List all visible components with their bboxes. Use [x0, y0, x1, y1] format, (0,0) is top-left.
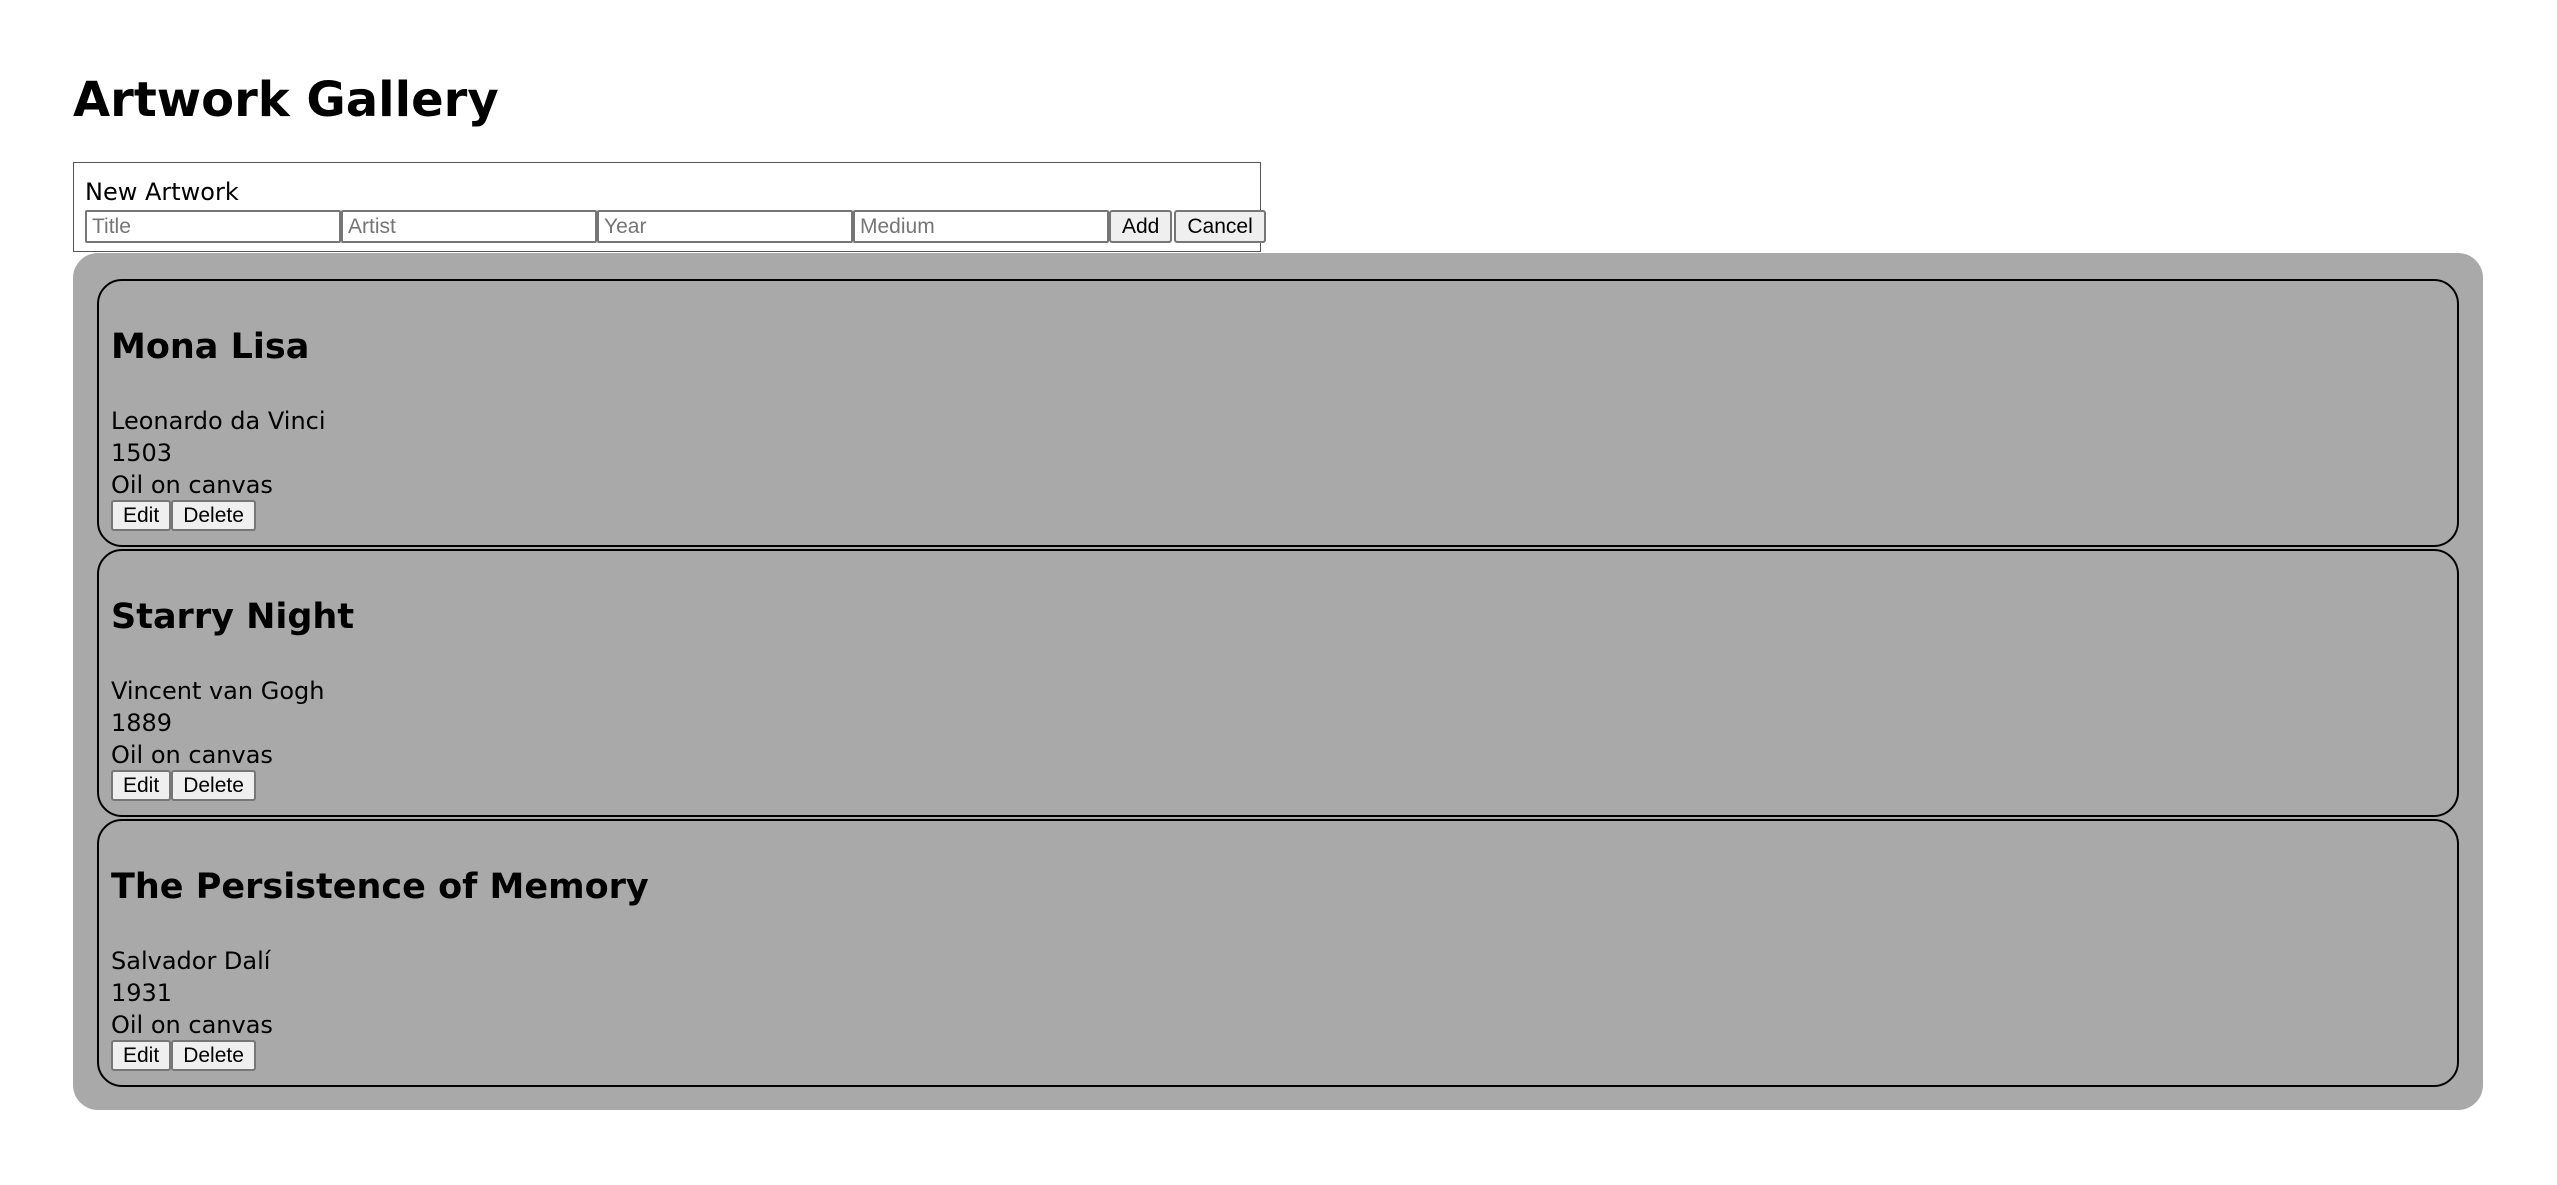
artwork-actions: Edit Delete	[111, 770, 256, 801]
page: Artwork Gallery New Artwork Add Cancel M…	[0, 0, 2557, 1185]
artwork-medium: Oil on canvas	[111, 471, 273, 499]
delete-button[interactable]: Delete	[171, 500, 256, 531]
year-input[interactable]	[597, 210, 853, 243]
artwork-card: Mona Lisa Leonardo da Vinci 1503 Oil on …	[97, 279, 2459, 547]
artwork-artist: Salvador Dalí	[111, 947, 271, 975]
artwork-year: 1931	[111, 979, 173, 1007]
edit-button[interactable]: Edit	[111, 770, 172, 801]
edit-button[interactable]: Edit	[111, 500, 172, 531]
artwork-medium: Oil on canvas	[111, 1011, 273, 1039]
artwork-card: Starry Night Vincent van Gogh 1889 Oil o…	[97, 549, 2459, 817]
artwork-year: 1889	[111, 709, 173, 737]
form-row: Add Cancel	[85, 210, 1266, 243]
artwork-medium: Oil on canvas	[111, 741, 273, 769]
artwork-title: The Persistence of Memory	[111, 867, 649, 907]
artwork-card: The Persistence of Memory Salvador Dalí …	[97, 819, 2459, 1087]
form-legend: New Artwork	[85, 178, 239, 206]
artwork-actions: Edit Delete	[111, 1040, 256, 1071]
delete-button[interactable]: Delete	[171, 770, 256, 801]
medium-input[interactable]	[853, 210, 1109, 243]
artwork-artist: Leonardo da Vinci	[111, 407, 326, 435]
cancel-button[interactable]: Cancel	[1174, 210, 1266, 243]
artwork-year: 1503	[111, 439, 173, 467]
new-artwork-form: New Artwork Add Cancel	[73, 162, 1266, 252]
artwork-list: Mona Lisa Leonardo da Vinci 1503 Oil on …	[73, 253, 2483, 1110]
page-title: Artwork Gallery	[73, 72, 499, 128]
edit-button[interactable]: Edit	[111, 1040, 172, 1071]
add-button[interactable]: Add	[1109, 210, 1173, 243]
artwork-actions: Edit Delete	[111, 500, 256, 531]
artwork-title: Mona Lisa	[111, 327, 310, 367]
delete-button[interactable]: Delete	[171, 1040, 256, 1071]
title-input[interactable]	[85, 210, 341, 243]
artwork-title: Starry Night	[111, 597, 355, 637]
artwork-artist: Vincent van Gogh	[111, 677, 325, 705]
artist-input[interactable]	[341, 210, 597, 243]
